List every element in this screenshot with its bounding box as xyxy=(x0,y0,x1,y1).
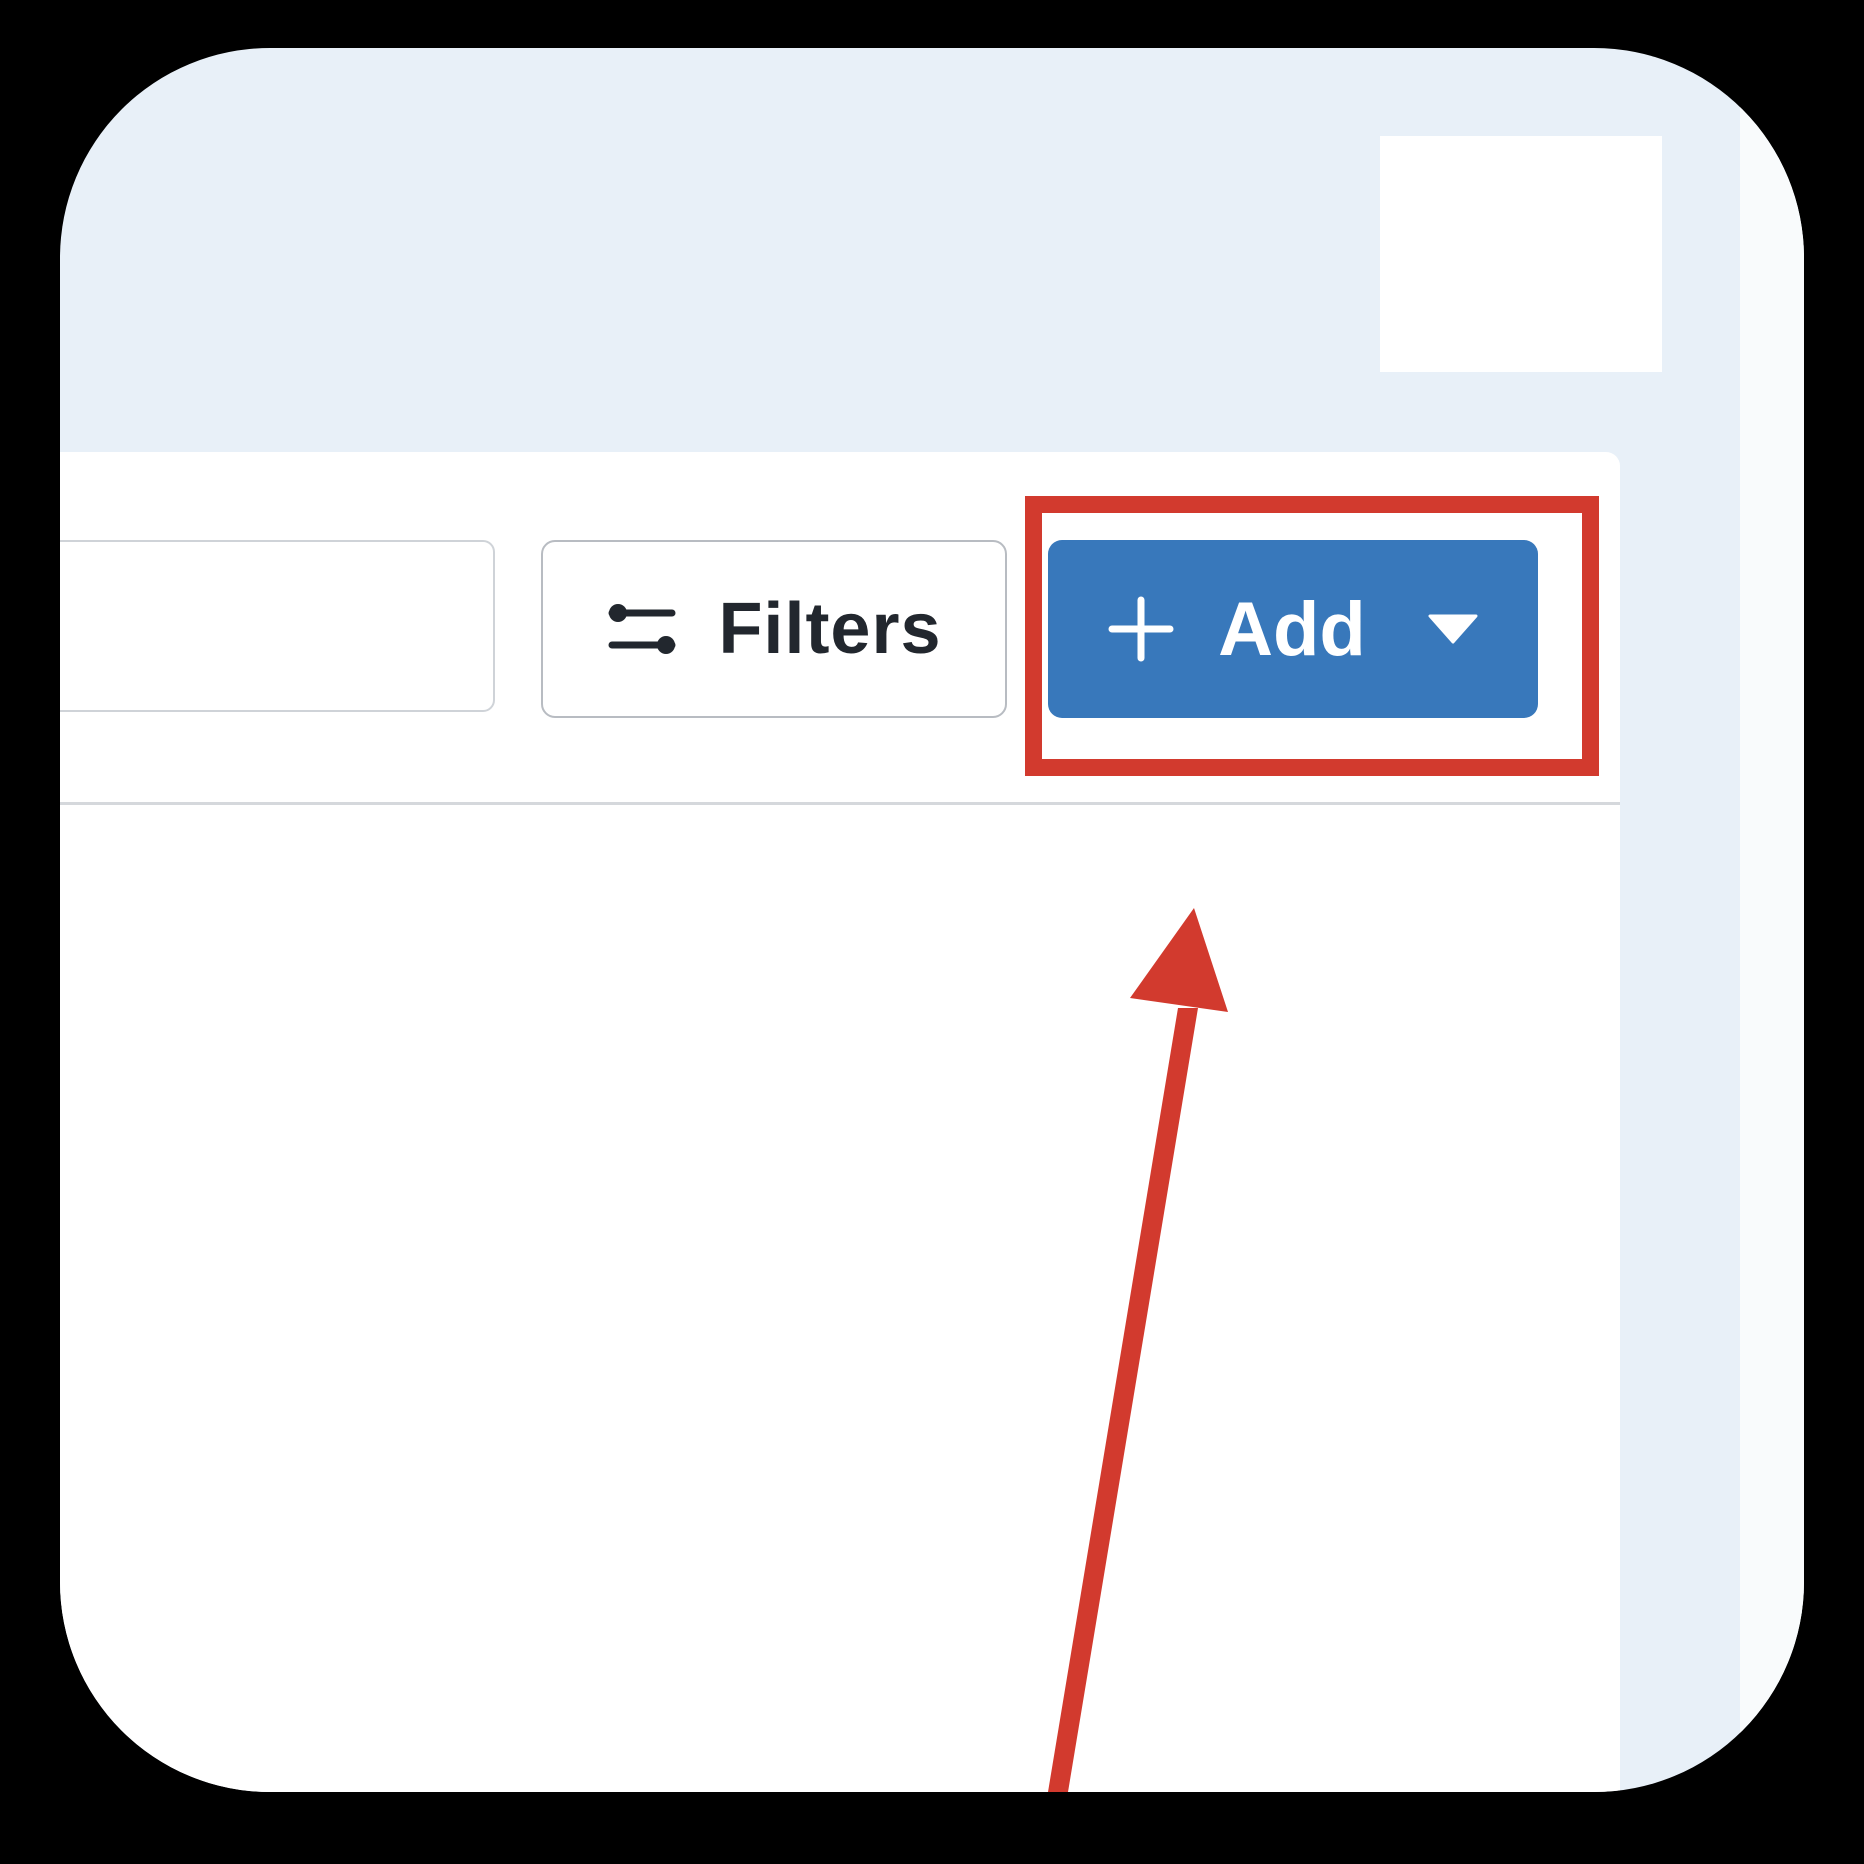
header-placeholder xyxy=(1380,136,1662,372)
content-panel: Filters Add xyxy=(60,452,1620,1792)
toolbar-divider xyxy=(60,802,1620,805)
caret-down-icon xyxy=(1428,614,1478,644)
filters-label: Filters xyxy=(718,589,942,669)
add-label: Add xyxy=(1218,586,1366,672)
sliders-icon xyxy=(608,604,676,654)
plus-icon xyxy=(1108,596,1174,662)
search-input[interactable] xyxy=(60,540,495,712)
app-window: Filters Add xyxy=(60,48,1804,1792)
filters-button[interactable]: Filters xyxy=(541,540,1007,718)
add-button[interactable]: Add xyxy=(1048,540,1538,718)
scrollbar-track xyxy=(1740,48,1804,1792)
